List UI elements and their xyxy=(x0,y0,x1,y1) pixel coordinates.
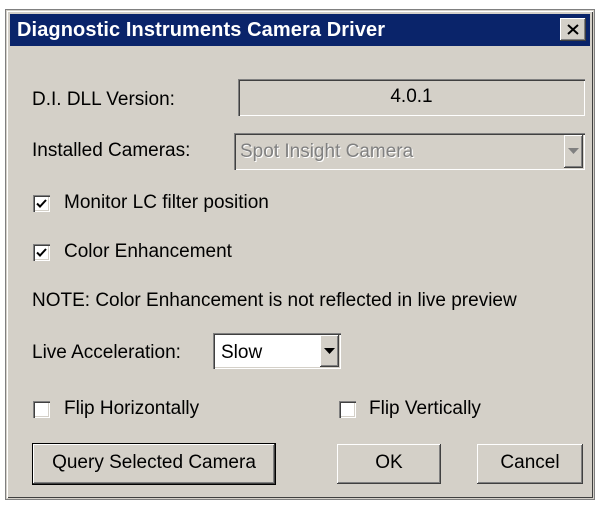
live-acceleration-dropdown[interactable]: Slow xyxy=(213,333,341,369)
dropdown-button[interactable] xyxy=(320,335,339,367)
dll-version-label: D.I. DLL Version: xyxy=(32,89,175,110)
window-title: Diagnostic Instruments Camera Driver xyxy=(17,18,386,41)
dialog-window: Diagnostic Instruments Camera Driver D.I… xyxy=(6,10,594,499)
flip-horizontal-label: Flip Horizontally xyxy=(64,398,200,419)
close-icon xyxy=(567,24,579,35)
checkmark-icon xyxy=(36,198,47,208)
monitor-lc-checkbox[interactable] xyxy=(33,195,50,212)
installed-cameras-value: Spot Insight Camera xyxy=(240,141,414,162)
live-acceleration-label: Live Acceleration: xyxy=(32,342,181,363)
color-enhancement-label: Color Enhancement xyxy=(64,241,232,262)
checkmark-icon xyxy=(36,247,47,257)
close-button[interactable] xyxy=(560,18,586,41)
monitor-lc-label: Monitor LC filter position xyxy=(64,192,269,213)
installed-cameras-dropdown[interactable]: Spot Insight Camera xyxy=(234,133,585,170)
color-enhancement-checkbox[interactable] xyxy=(33,244,50,261)
dll-version-field: 4.0.1 xyxy=(238,79,585,116)
chevron-down-icon xyxy=(324,347,335,354)
live-acceleration-value: Slow xyxy=(221,342,263,363)
flip-vertical-label: Flip Vertically xyxy=(369,398,481,419)
note-text: NOTE: Color Enhancement is not reflected… xyxy=(32,290,517,311)
cancel-button[interactable]: Cancel xyxy=(477,444,583,484)
dropdown-button[interactable] xyxy=(564,135,583,168)
title-bar[interactable]: Diagnostic Instruments Camera Driver xyxy=(10,14,590,46)
query-camera-button[interactable]: Query Selected Camera xyxy=(33,444,275,484)
ok-button[interactable]: OK xyxy=(337,444,441,484)
flip-vertical-checkbox[interactable] xyxy=(339,401,356,418)
installed-cameras-label: Installed Cameras: xyxy=(32,140,191,161)
flip-horizontal-checkbox[interactable] xyxy=(33,401,50,418)
dll-version-value: 4.0.1 xyxy=(390,86,433,107)
chevron-down-icon xyxy=(568,148,579,154)
